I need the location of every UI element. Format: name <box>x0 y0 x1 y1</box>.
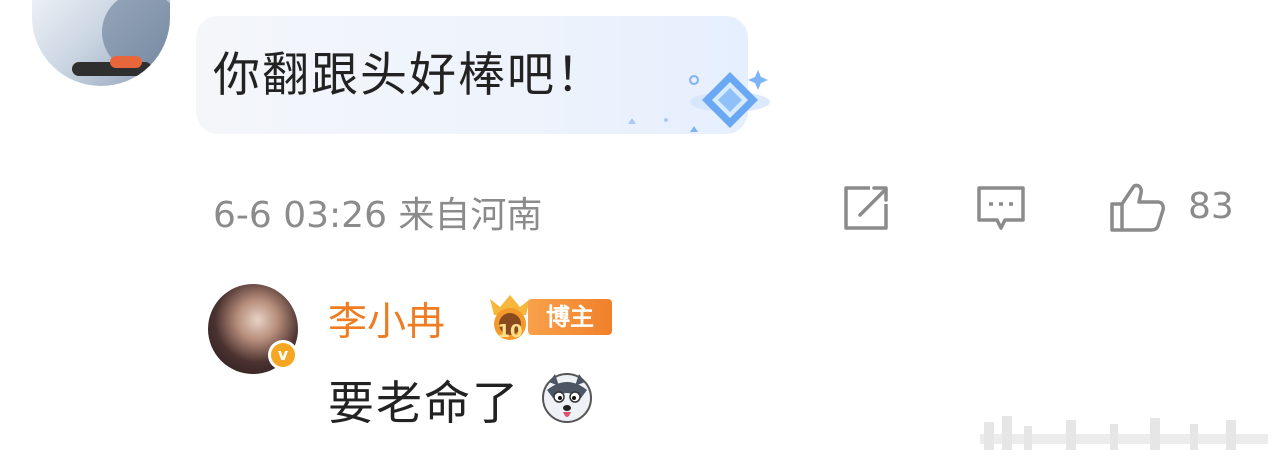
comment-meta: 6-6 03:26 来自河南 <box>213 195 543 236</box>
husky-emoji-icon <box>542 373 592 423</box>
share-icon[interactable] <box>840 182 892 234</box>
commenter-avatar[interactable] <box>32 0 170 86</box>
reply-text: 要老命了 <box>328 376 520 430</box>
like-icon[interactable] <box>1108 182 1166 234</box>
comment-icon[interactable] <box>975 182 1027 234</box>
bubble-diamond-decoration-icon <box>628 70 770 132</box>
avatar-fruit <box>110 56 142 68</box>
comment-text: 你翻跟头好棒吧！ <box>213 48 605 103</box>
verified-badge: v <box>268 340 298 370</box>
like-count: 83 <box>1188 186 1234 227</box>
reply-author-name[interactable]: 李小冉 <box>328 291 445 347</box>
weibo-watermark <box>980 416 1268 450</box>
crown-level: 10 <box>497 321 522 342</box>
blogger-tag: 博主 <box>528 299 612 335</box>
